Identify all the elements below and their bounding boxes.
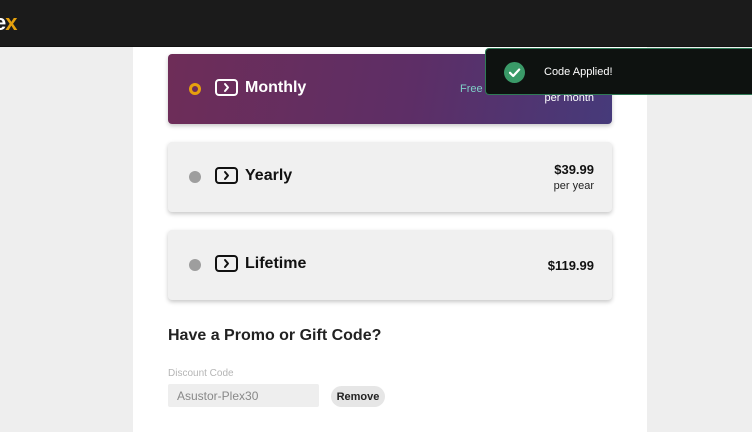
radio-unselected-icon[interactable] bbox=[189, 171, 201, 183]
plan-price: $39.99 bbox=[554, 162, 594, 177]
plan-option-yearly[interactable]: Yearly $39.99 per year bbox=[168, 142, 612, 212]
radio-unselected-icon[interactable] bbox=[189, 259, 201, 271]
plex-pass-icon bbox=[215, 167, 238, 184]
toast-message: Code Applied! bbox=[544, 66, 613, 78]
discount-code-input[interactable] bbox=[168, 384, 319, 407]
plan-name: Monthly bbox=[245, 79, 307, 96]
plex-pass-icon bbox=[215, 255, 238, 272]
plan-option-lifetime[interactable]: Lifetime $119.99 bbox=[168, 230, 612, 300]
remove-code-button[interactable]: Remove bbox=[331, 386, 385, 407]
promo-heading: Have a Promo or Gift Code? bbox=[168, 327, 382, 344]
plan-free-text: Free bbox=[460, 83, 483, 95]
toast-notification: Code Applied! bbox=[485, 48, 752, 95]
top-navigation-bar: ex bbox=[0, 0, 752, 47]
plan-name: Lifetime bbox=[245, 255, 307, 272]
plan-period: per year bbox=[553, 180, 594, 192]
plan-name: Yearly bbox=[245, 167, 293, 184]
radio-selected-icon[interactable] bbox=[189, 83, 201, 95]
logo-letter-x: x bbox=[5, 10, 17, 35]
plex-pass-icon bbox=[215, 79, 238, 96]
plan-price: $119.99 bbox=[547, 258, 594, 273]
discount-code-label: Discount Code bbox=[168, 368, 234, 379]
plex-logo[interactable]: ex bbox=[0, 10, 18, 36]
check-circle-icon bbox=[504, 62, 525, 83]
